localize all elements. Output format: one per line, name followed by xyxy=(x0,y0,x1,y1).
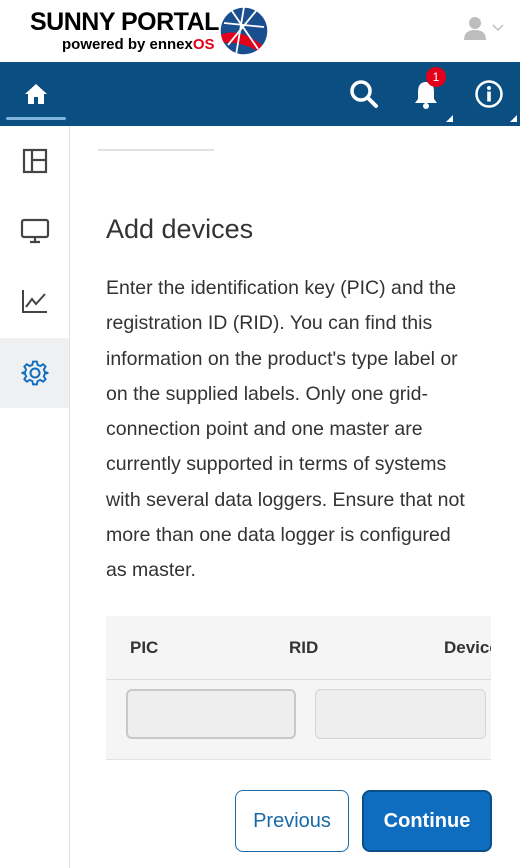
notifications-menu-corner xyxy=(446,115,453,122)
home-icon xyxy=(25,84,47,104)
sidebar-item-monitoring[interactable] xyxy=(0,196,69,266)
table-row xyxy=(106,680,491,760)
brand-logo-text[interactable]: SUNNY PORTAL powered by ennexOS xyxy=(30,8,219,54)
pic-input[interactable] xyxy=(126,689,296,739)
column-header-pic: PIC xyxy=(130,638,159,657)
previous-button[interactable]: Previous xyxy=(235,790,349,852)
main-content: Add devices Enter the identification key… xyxy=(70,126,520,868)
brand-subtitle-suffix: OS xyxy=(192,36,215,53)
dashboard-icon xyxy=(22,148,47,174)
chevron-down-icon xyxy=(492,24,504,32)
continue-button[interactable]: Continue xyxy=(362,790,492,852)
rid-input[interactable] xyxy=(315,689,486,739)
info-menu-corner xyxy=(510,115,517,122)
globe-logo-icon xyxy=(219,6,269,56)
brand-header: SUNNY PORTAL powered by ennexOS xyxy=(0,0,520,62)
brand-subtitle-prefix: powered by ennex xyxy=(62,36,193,53)
settings-gear-icon xyxy=(20,360,48,386)
page-title: Add devices xyxy=(106,214,254,244)
column-header-device: Device xyxy=(444,638,491,657)
devices-table-header: PIC RID Device xyxy=(106,616,491,680)
sidebar-item-settings[interactable] xyxy=(0,338,69,408)
user-icon xyxy=(464,17,486,40)
info-button[interactable] xyxy=(469,74,509,114)
notification-count-badge: 1 xyxy=(426,67,446,87)
brand-subtitle: powered by ennexOS xyxy=(62,36,219,54)
home-active-indicator xyxy=(6,117,66,120)
sidebar xyxy=(0,126,70,868)
user-menu[interactable] xyxy=(464,16,504,40)
step-tab-indicator xyxy=(98,149,214,151)
sidebar-item-dashboard[interactable] xyxy=(0,126,69,196)
instructions-text: Enter the identification key (PIC) and t… xyxy=(106,277,465,582)
info-icon xyxy=(475,80,503,108)
search-button[interactable] xyxy=(344,74,384,114)
monitor-icon xyxy=(20,218,49,244)
column-header-rid: RID xyxy=(289,638,319,657)
analysis-chart-icon xyxy=(21,290,47,313)
brand-title: SUNNY PORTAL xyxy=(30,8,219,36)
search-icon xyxy=(350,80,378,108)
sidebar-item-analysis[interactable] xyxy=(0,266,69,336)
